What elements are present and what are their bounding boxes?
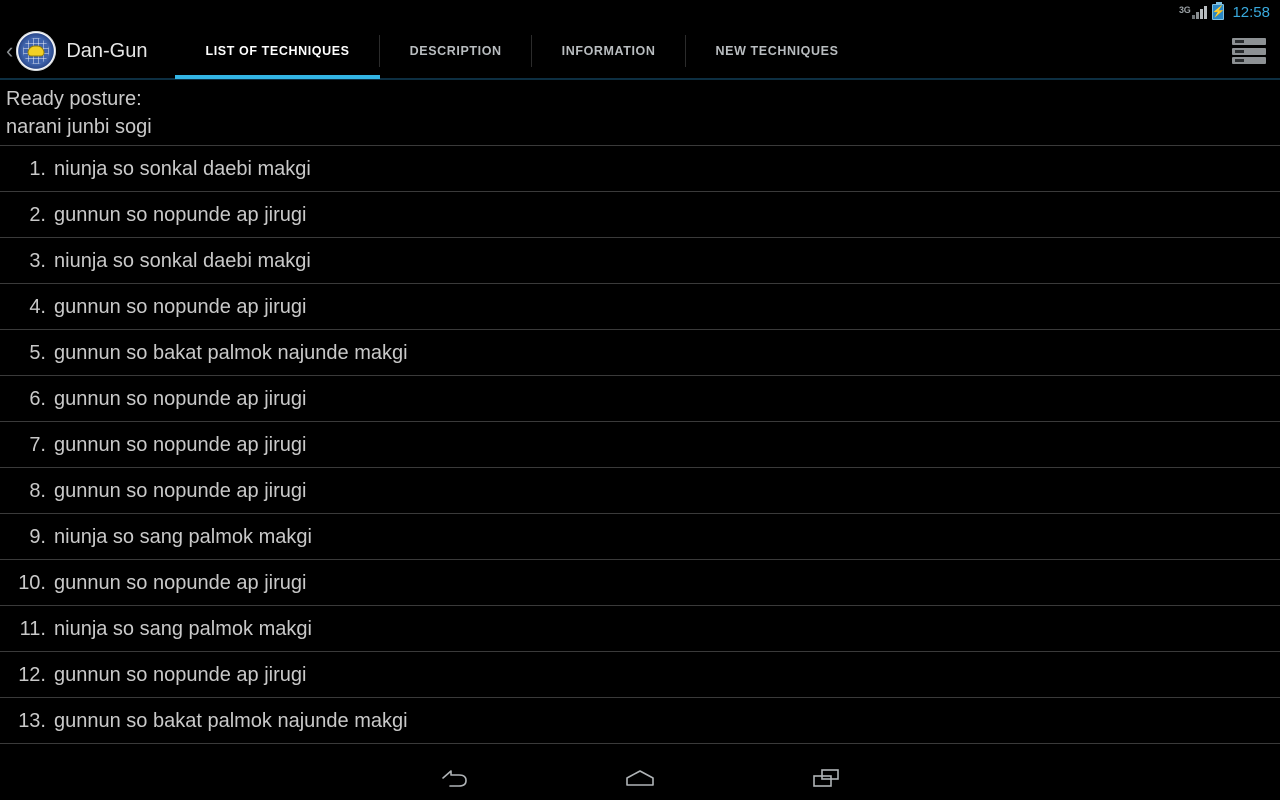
action-bar: ‹ Dan-Gun LIST OF TECHNIQUES DESCRIPTION… — [0, 24, 1280, 80]
technique-number: 1. — [29, 157, 46, 180]
technique-row[interactable]: 1. niunja so sonkal daebi makgi — [0, 146, 1280, 192]
technique-row[interactable]: 12. gunnun so nopunde ap jirugi — [0, 652, 1280, 698]
technique-number: 9. — [29, 525, 46, 548]
technique-label: gunnun so bakat palmok najunde makgi — [54, 341, 408, 364]
tab-label: NEW TECHNIQUES — [715, 44, 839, 58]
technique-number: 6. — [29, 387, 46, 410]
technique-number: 11. — [19, 617, 46, 640]
tab-list-of-techniques[interactable]: LIST OF TECHNIQUES — [175, 23, 380, 79]
technique-number: 3. — [29, 249, 46, 272]
technique-label: gunnun so nopunde ap jirugi — [54, 387, 307, 410]
technique-number: 7. — [29, 433, 46, 456]
technique-label: gunnun so nopunde ap jirugi — [54, 663, 307, 686]
status-bar: 3G ⚡ 12:58 — [0, 0, 1280, 24]
technique-number: 4. — [29, 295, 46, 318]
technique-row[interactable]: 5. gunnun so bakat palmok najunde makgi — [0, 330, 1280, 376]
technique-row[interactable]: 11. niunja so sang palmok makgi — [0, 606, 1280, 652]
tab-description[interactable]: DESCRIPTION — [380, 23, 532, 79]
signal-bars-icon: 3G — [1179, 5, 1208, 19]
back-arrow-icon[interactable] — [426, 760, 482, 796]
technique-row[interactable]: 6. gunnun so nopunde ap jirugi — [0, 376, 1280, 422]
technique-row[interactable]: 10. gunnun so nopunde ap jirugi — [0, 560, 1280, 606]
tab-label: DESCRIPTION — [409, 44, 502, 58]
list-menu-icon[interactable] — [1232, 38, 1266, 64]
ready-posture-value: narani junbi sogi — [6, 116, 152, 138]
back-chevron-icon[interactable]: ‹ — [0, 40, 16, 62]
techniques-list: 1. niunja so sonkal daebi makgi 2. gunnun s… — [0, 146, 1280, 756]
technique-row[interactable]: 3. niunja so sonkal daebi makgi — [0, 238, 1280, 284]
technique-label: niunja so sang palmok makgi — [54, 617, 312, 640]
technique-number: 2. — [29, 203, 46, 226]
app-logo-icon[interactable] — [16, 31, 57, 71]
technique-number: 8. — [29, 479, 46, 502]
network-type-label: 3G — [1179, 5, 1191, 15]
technique-row[interactable]: 4. gunnun so nopunde ap jirugi — [0, 284, 1280, 330]
technique-row[interactable]: 7. gunnun so nopunde ap jirugi — [0, 422, 1280, 468]
technique-row[interactable]: 2. gunnun so nopunde ap jirugi — [0, 192, 1280, 238]
system-navigation-bar — [0, 756, 1280, 800]
technique-number: 5. — [29, 341, 46, 364]
tab-label: INFORMATION — [561, 44, 656, 58]
technique-number: 10. — [18, 571, 46, 594]
battery-charging-icon: ⚡ — [1211, 2, 1226, 20]
ready-posture-block: Ready posture: narani junbi sogi — [0, 80, 1280, 146]
technique-label: gunnun so nopunde ap jirugi — [54, 571, 307, 594]
technique-label: gunnun so nopunde ap jirugi — [54, 479, 307, 502]
technique-number: 12. — [18, 663, 46, 686]
technique-row[interactable]: 8. gunnun so nopunde ap jirugi — [0, 468, 1280, 514]
ready-posture-label: Ready posture: — [6, 88, 142, 110]
technique-label: niunja so sang palmok makgi — [54, 525, 312, 548]
tab-label: LIST OF TECHNIQUES — [205, 44, 350, 58]
home-icon[interactable] — [612, 760, 668, 796]
technique-label: gunnun so nopunde ap jirugi — [54, 203, 307, 226]
tab-information[interactable]: INFORMATION — [532, 23, 686, 79]
technique-label: gunnun so nopunde ap jirugi — [54, 433, 307, 456]
app-screen: 3G ⚡ 12:58 ‹ Dan-Gun LIST OF TECHNIQUES … — [0, 0, 1280, 800]
charging-bolt-icon: ⚡ — [1211, 5, 1226, 18]
signal-strength-icon — [1192, 6, 1208, 19]
technique-label: gunnun so nopunde ap jirugi — [54, 295, 307, 318]
technique-label: gunnun so bakat palmok najunde makgi — [54, 709, 408, 732]
technique-label: niunja so sonkal daebi makgi — [54, 249, 311, 272]
technique-row[interactable]: 9. niunja so sang palmok makgi — [0, 514, 1280, 560]
technique-number: 13. — [18, 709, 46, 732]
tab-bar: LIST OF TECHNIQUES DESCRIPTION INFORMATI… — [175, 23, 868, 79]
technique-label: niunja so sonkal daebi makgi — [54, 157, 311, 180]
tab-new-techniques[interactable]: NEW TECHNIQUES — [686, 23, 869, 79]
page-title: Dan-Gun — [66, 39, 148, 62]
clock-time: 12:58 — [1232, 3, 1270, 21]
recent-apps-icon[interactable] — [798, 760, 854, 796]
technique-row[interactable]: 13. gunnun so bakat palmok najunde makgi — [0, 698, 1280, 744]
